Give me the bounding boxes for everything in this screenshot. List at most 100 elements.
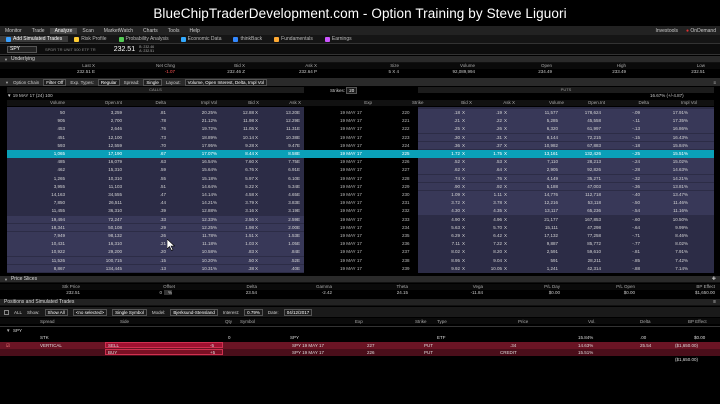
call-ask[interactable]: .40 xyxy=(275,266,297,271)
call-row[interactable]: 10,431 16,310 .21 11.18% 1.03 1.05 X E xyxy=(7,240,304,248)
put-ask[interactable]: .37 xyxy=(480,143,502,148)
put-row[interactable]: .36 .37 10,982 67,883 -.18 15.84% X X xyxy=(418,141,714,150)
tab-fundamentals[interactable]: Fundamentals xyxy=(268,36,319,42)
call-ask[interactable]: 1.05 xyxy=(275,241,297,246)
investools-link[interactable]: Investools xyxy=(655,28,678,34)
put-bid[interactable]: 8.02 xyxy=(438,249,460,254)
strike-row[interactable]: 19 MAY 17 224 xyxy=(304,142,418,150)
put-bid[interactable]: 8.95 xyxy=(438,258,460,263)
put-bid[interactable]: .21 xyxy=(438,118,460,123)
put-row[interactable]: .62 .64 2,905 92,826 -.28 14.63% X X xyxy=(418,166,714,174)
call-bid[interactable]: 8.44 xyxy=(232,151,254,156)
tab-economic-data[interactable]: Economic Data xyxy=(175,36,228,42)
put-bid[interactable]: 3.72 xyxy=(438,200,460,205)
date-input[interactable]: 04/12/2017 xyxy=(283,308,313,316)
call-bid[interactable]: 12.88 xyxy=(232,110,254,115)
call-bid[interactable]: 6.76 xyxy=(232,167,254,172)
put-ask[interactable]: 4.96 xyxy=(480,217,502,222)
put-ask[interactable]: 1.75 xyxy=(480,151,502,156)
put-ask[interactable]: 1.11 xyxy=(480,192,502,197)
strikes-select[interactable]: 20 xyxy=(346,87,358,94)
call-bid[interactable]: 7.60 xyxy=(232,159,254,164)
call-row[interactable]: 905 2,700 .78 21.12% 11.98 12.29 X E xyxy=(7,117,304,125)
spread-select[interactable]: Single xyxy=(143,78,162,86)
expiration-row[interactable]: ▼ 19 MAY 17 (24) 100 xyxy=(7,93,107,99)
strike-row[interactable]: 19 MAY 17 238 xyxy=(304,257,418,265)
call-row[interactable]: 7,850 26,511 .44 14.21% 3.79 3.83 X E xyxy=(7,199,304,207)
vertical-type[interactable]: PUT xyxy=(424,343,433,348)
strike-row[interactable]: 19 MAY 17 227 xyxy=(304,166,418,174)
put-row[interactable]: .25 .26 6,320 61,997 -.13 16.86% X X xyxy=(418,125,714,133)
menu-scan[interactable]: Scan xyxy=(77,28,98,34)
group2-select[interactable]: Single Symbol xyxy=(112,308,147,316)
position-row-stock[interactable]: STK 0 SPY ETF 15.84% .00 $0.00 xyxy=(0,334,720,342)
model-select[interactable]: Bjerksund-Stensland xyxy=(170,308,218,316)
put-ask[interactable]: .26 xyxy=(480,126,502,131)
strike-row[interactable]: 19 MAY 17 233 xyxy=(304,216,418,224)
call-bid[interactable]: 3.79 xyxy=(232,200,254,205)
menu-marketwatch[interactable]: MarketWatch xyxy=(99,28,138,34)
tab-add-simulated-trades[interactable]: Add Simulated Trades xyxy=(0,36,69,42)
put-bid[interactable]: 1.72 xyxy=(438,151,460,156)
call-bid[interactable]: 1.03 xyxy=(232,241,254,246)
call-bid[interactable]: 1.98 xyxy=(232,225,254,230)
call-bid[interactable]: 2.56 xyxy=(232,217,254,222)
call-bid[interactable]: 10.14 xyxy=(232,135,254,140)
put-ask[interactable]: 7.22 xyxy=(480,241,502,246)
put-bid[interactable]: .62 xyxy=(438,167,460,172)
put-bid[interactable]: 5.63 xyxy=(438,225,460,230)
layout-select[interactable]: Volume, Open Interest, Delta, Impl Vol xyxy=(184,78,267,86)
call-ask[interactable]: 12.29 xyxy=(275,118,297,123)
call-bid[interactable]: .50 xyxy=(232,258,254,263)
put-bid[interactable]: 7.11 xyxy=(438,241,460,246)
call-row[interactable]: 453 2,646 .76 19.72% 11.05 11.31 X E xyxy=(7,125,304,133)
strike-row[interactable]: 19 MAY 17 234 xyxy=(304,224,418,232)
buy-qty[interactable]: +5 xyxy=(210,350,215,355)
vertical-price[interactable]: .34 xyxy=(510,343,516,348)
call-row[interactable]: 18,341 50,108 .29 12.25% 1.98 2.00 X E xyxy=(7,223,304,232)
menu-icon[interactable]: ≡ xyxy=(713,80,716,85)
call-row[interactable]: 14,163 34,555 .47 14.14% 4.58 4.65 X E xyxy=(7,191,304,199)
strike-row[interactable]: 19 MAY 17 226 xyxy=(304,158,418,166)
strike-row[interactable]: 19 MAY 17 236 xyxy=(304,240,418,248)
put-row[interactable]: 9.92 10.05 1,241 42,314 -.88 7.14% X X xyxy=(418,265,714,273)
put-row[interactable]: 5.63 5.70 15,111 47,298 -.64 9.99% X X xyxy=(418,224,714,232)
call-ask[interactable]: 6.91 xyxy=(275,167,297,172)
call-ask[interactable]: 9.47 xyxy=(275,143,297,148)
call-bid[interactable]: .83 xyxy=(232,249,254,254)
vertical-qty[interactable]: -5 xyxy=(210,343,214,348)
strike-row[interactable]: 19 MAY 17 237 xyxy=(304,248,418,256)
tab-earnings[interactable]: Earnings xyxy=(319,36,358,42)
put-row[interactable]: 1.09 1.11 14,776 112,718 -.40 13.47% X X xyxy=(418,191,714,199)
menu-trade[interactable]: Trade xyxy=(27,28,50,34)
call-ask[interactable]: .52 xyxy=(275,258,297,263)
call-bid[interactable]: 5.97 xyxy=(232,176,254,181)
ondemand-button[interactable]: ● OnDemand xyxy=(686,28,716,34)
call-row[interactable]: 1,265 10,310 .55 15.18% 5.97 6.10 X E xyxy=(7,175,304,183)
put-row[interactable]: 3.72 3.78 12,216 53,118 -.50 11.46% X X xyxy=(418,199,714,207)
strike-row[interactable]: 19 MAY 17 228 xyxy=(304,175,418,183)
call-bid[interactable]: 11.98 xyxy=(232,118,254,123)
collapse-icon[interactable]: ▼ xyxy=(6,328,10,333)
call-row[interactable]: 1,065 17,190 .67 17.07% 8.44 8.58 X E xyxy=(7,150,304,158)
menu-tools[interactable]: Tools xyxy=(163,28,185,34)
call-ask[interactable]: 3.83 xyxy=(275,200,297,205)
put-ask[interactable]: 9.04 xyxy=(480,258,502,263)
put-row[interactable]: .52 .53 7,110 28,213 -.24 15.02% X X xyxy=(418,158,714,166)
call-row[interactable]: 11,455 36,310 .39 12.88% 3.16 3.19 X E xyxy=(7,207,304,215)
call-ask[interactable]: 10.38 xyxy=(275,135,297,140)
put-row[interactable]: .18 .19 11,577 178,624 -.09 17.91% X X xyxy=(418,109,714,117)
offset-unit-select[interactable]: % xyxy=(164,290,172,295)
underlying-section-header[interactable]: ▼ Underlying xyxy=(0,56,720,63)
vertical-strike[interactable]: 227 xyxy=(367,343,375,348)
side-cell[interactable] xyxy=(105,342,223,348)
val-stk-price[interactable]: 232.51 xyxy=(45,290,80,295)
strike-row[interactable]: 19 MAY 17 239 xyxy=(304,265,418,273)
strike-row[interactable]: 19 MAY 17 229 xyxy=(304,183,418,191)
put-row[interactable]: 8.02 8.20 2,591 59,610 -.81 7.91% X X xyxy=(418,248,714,256)
tab-thinkback[interactable]: thinkBack xyxy=(227,36,268,42)
put-row[interactable]: .21 .22 5,285 45,558 -.11 17.35% X X xyxy=(418,117,714,125)
put-ask[interactable]: 8.20 xyxy=(480,249,502,254)
add-slice-icon[interactable]: ✚ xyxy=(712,276,716,282)
call-ask[interactable]: 3.19 xyxy=(275,208,297,213)
